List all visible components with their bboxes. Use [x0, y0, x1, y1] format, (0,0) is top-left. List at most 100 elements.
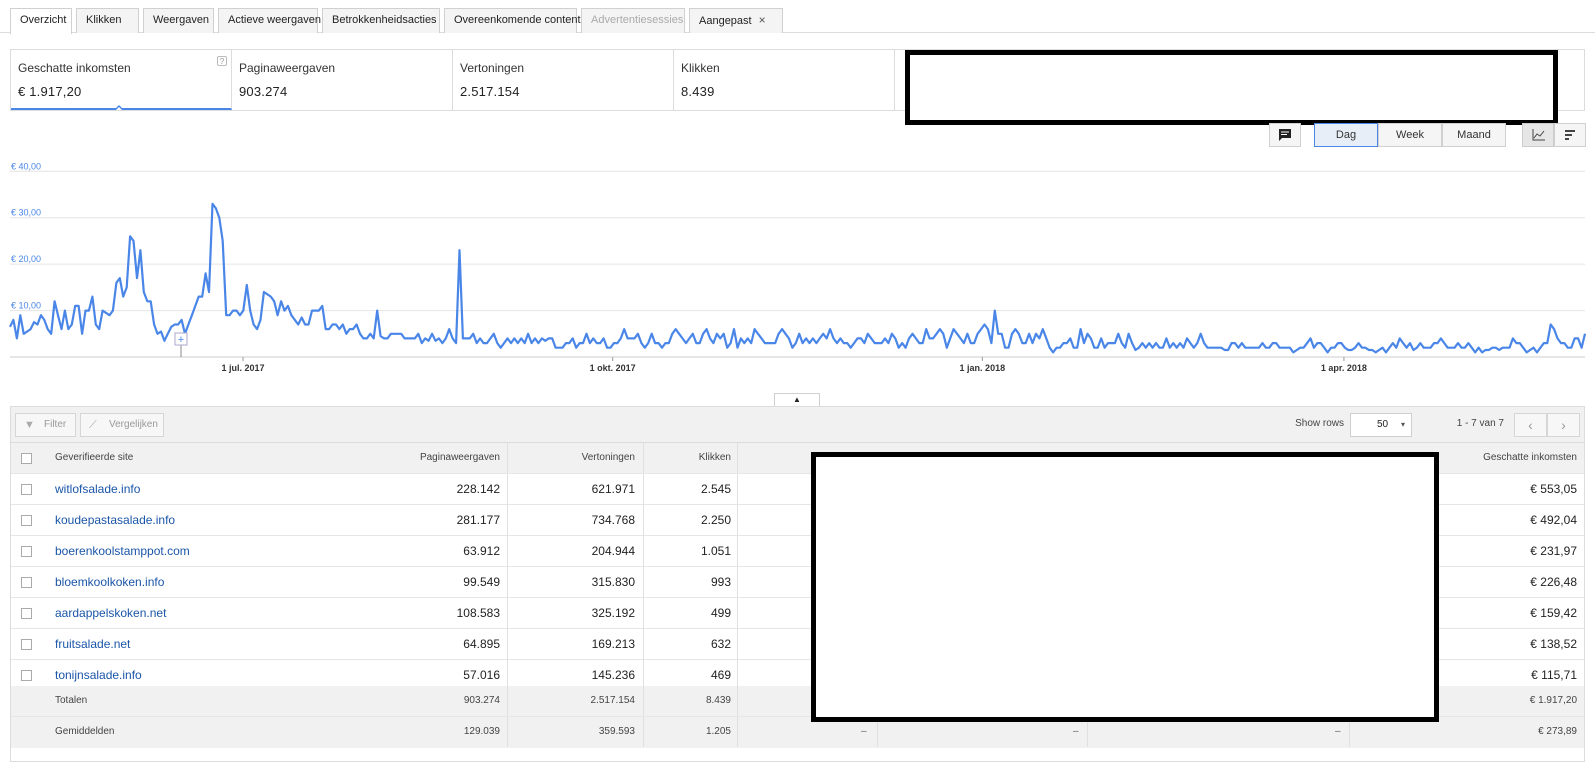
col-clicks[interactable]: Klikken: [699, 443, 731, 473]
tab-aangepast[interactable]: Aangepast ×: [689, 8, 783, 33]
tab-actieve-weergaven[interactable]: Actieve weergaven: [218, 8, 321, 33]
rows-per-page-select[interactable]: 50 ▾: [1350, 413, 1412, 437]
averages-impressions: 359.593: [598, 726, 635, 737]
site-link[interactable]: boerenkoolstamppot.com: [55, 536, 190, 566]
earnings-line-chart: € 40,00 € 30,00 € 20,00 € 10,00 1 jul. 2017 1…: [9, 161, 1587, 373]
scorecard-value: € 1.917,20: [18, 84, 82, 99]
cell-clicks: 499: [710, 606, 731, 620]
granularity-month[interactable]: Maand: [1442, 123, 1506, 147]
row-checkbox[interactable]: [21, 484, 32, 495]
cell-clicks: 993: [710, 575, 731, 589]
row-checkbox[interactable]: [21, 608, 32, 619]
cell-impressions: 315.830: [591, 575, 635, 589]
cell-clicks: 632: [710, 637, 731, 651]
table-toolbar: ▼ Filter ⟋ Vergelijken Show rows 50 ▾ 1 - 7…: [11, 407, 1584, 443]
cell-earnings: € 159,42: [1530, 606, 1577, 620]
granularity-day[interactable]: Dag: [1314, 123, 1378, 147]
scorecard-estimated-earnings[interactable]: Geschatte inkomsten € 1.917,20 ?: [11, 50, 232, 110]
cell-earnings: € 226,48: [1530, 575, 1577, 589]
cell-pageviews: 108.583: [456, 606, 500, 620]
tab-overeenkomende-content[interactable]: Overeenkomende content: [444, 8, 581, 33]
y-tick-label: € 40,00: [11, 161, 41, 171]
totals-label: Totalen: [55, 695, 88, 706]
tab-label: Overzicht: [20, 14, 67, 26]
show-rows-label: Show rows: [1295, 418, 1344, 429]
site-link[interactable]: witlofsalade.info: [55, 474, 140, 504]
x-tick-label: 1 jan. 2018: [960, 363, 1006, 373]
row-checkbox[interactable]: [21, 546, 32, 557]
active-pointer: [114, 105, 124, 110]
tab-betrokkenheidsacties[interactable]: Betrokkenheidsacties: [322, 8, 440, 33]
scorecard-label: Paginaweergaven: [239, 61, 336, 75]
next-page-button[interactable]: ›: [1547, 413, 1580, 437]
compare-icon: ⟋: [89, 419, 97, 431]
scorecard-label: Vertoningen: [460, 61, 525, 75]
col-earnings[interactable]: Geschatte inkomsten: [1483, 443, 1577, 473]
averages-pageviews: 129.039: [463, 726, 500, 737]
y-tick-label: € 20,00: [11, 254, 41, 264]
col-pageviews[interactable]: Paginaweergaven: [420, 443, 500, 473]
cell-earnings: € 231,97: [1530, 544, 1577, 558]
totals-earnings: € 1.917,20: [1529, 695, 1577, 706]
chevron-left-icon: ‹: [1528, 417, 1533, 433]
x-tick-label: 1 okt. 2017: [590, 363, 636, 373]
cell-pageviews: 63.912: [463, 544, 500, 558]
totals-clicks: 8.439: [705, 695, 731, 706]
site-link[interactable]: bloemkoolkoken.info: [55, 567, 164, 597]
chevron-right-icon: ›: [1561, 417, 1566, 433]
compare-label: Vergelijken: [109, 419, 158, 430]
compare-button[interactable]: ⟋ Vergelijken: [80, 413, 164, 437]
row-checkbox[interactable]: [21, 515, 32, 526]
tab-klikken[interactable]: Klikken: [76, 8, 139, 33]
cell-pageviews: 99.549: [463, 575, 500, 589]
scorecard-pageviews[interactable]: Paginaweergaven 903.274: [232, 50, 453, 110]
tab-weergaven[interactable]: Weergaven: [143, 8, 214, 33]
scorecard-clicks[interactable]: Klikken 8.439: [674, 50, 895, 110]
scorecard-value: 903.274: [239, 84, 288, 99]
redacted-area: [905, 50, 1558, 125]
scorecard-impressions[interactable]: Vertoningen 2.517.154: [453, 50, 674, 110]
cell-impressions: 325.192: [591, 606, 635, 620]
line-chart-button[interactable]: [1522, 123, 1554, 147]
filter-icon: ▼: [24, 419, 35, 431]
caret-down-icon: ▾: [1400, 420, 1405, 429]
granularity-week[interactable]: Week: [1378, 123, 1442, 147]
collapse-chart-button[interactable]: ▲: [774, 393, 820, 406]
select-all-checkbox[interactable]: [21, 453, 32, 464]
bar-chart-button[interactable]: [1554, 123, 1586, 147]
filter-button[interactable]: ▼ Filter: [15, 413, 76, 437]
cell-pageviews: 64.895: [463, 637, 500, 651]
close-icon[interactable]: ×: [759, 13, 766, 27]
scorecard-label: Klikken: [681, 61, 720, 75]
totals-pageviews: 903.274: [463, 695, 500, 706]
tab-label: Weergaven: [153, 14, 210, 26]
row-checkbox[interactable]: [21, 577, 32, 588]
help-icon[interactable]: ?: [217, 56, 227, 66]
averages-label: Gemiddelden: [55, 726, 115, 737]
col-impressions[interactable]: Vertoningen: [582, 443, 635, 473]
report-tabs: Overzicht Klikken Weergaven Actieve weer…: [0, 0, 1595, 34]
scorecard-value: 2.517.154: [460, 84, 520, 99]
annotation-button[interactable]: [1269, 123, 1301, 147]
row-checkbox[interactable]: [21, 670, 32, 681]
row-checkbox[interactable]: [21, 639, 32, 650]
cell-impressions: 169.213: [591, 637, 635, 651]
site-link[interactable]: koudepastasalade.info: [55, 505, 175, 535]
tab-label: Overeenkomende content: [454, 14, 581, 26]
tab-overzicht[interactable]: Overzicht: [10, 8, 72, 34]
prev-page-button[interactable]: ‹: [1514, 413, 1547, 437]
cell-clicks: 1.051: [700, 544, 731, 558]
y-tick-label: € 30,00: [11, 208, 41, 218]
cell-impressions: 734.768: [591, 513, 635, 527]
col-site[interactable]: Geverifieerde site: [55, 443, 133, 473]
earnings-series-line: [9, 202, 1587, 354]
bar-chart-icon: [1565, 130, 1575, 140]
tab-label: Aangepast: [699, 15, 752, 27]
site-link[interactable]: fruitsalade.net: [55, 629, 130, 659]
tab-label: Betrokkenheidsacties: [332, 14, 437, 26]
site-link[interactable]: aardappelskoken.net: [55, 598, 166, 628]
line-chart-icon: [1532, 129, 1545, 141]
cell-earnings: € 138,52: [1530, 637, 1577, 651]
tab-label: Actieve weergaven: [228, 14, 321, 26]
cell-pageviews: 228.142: [456, 482, 500, 496]
